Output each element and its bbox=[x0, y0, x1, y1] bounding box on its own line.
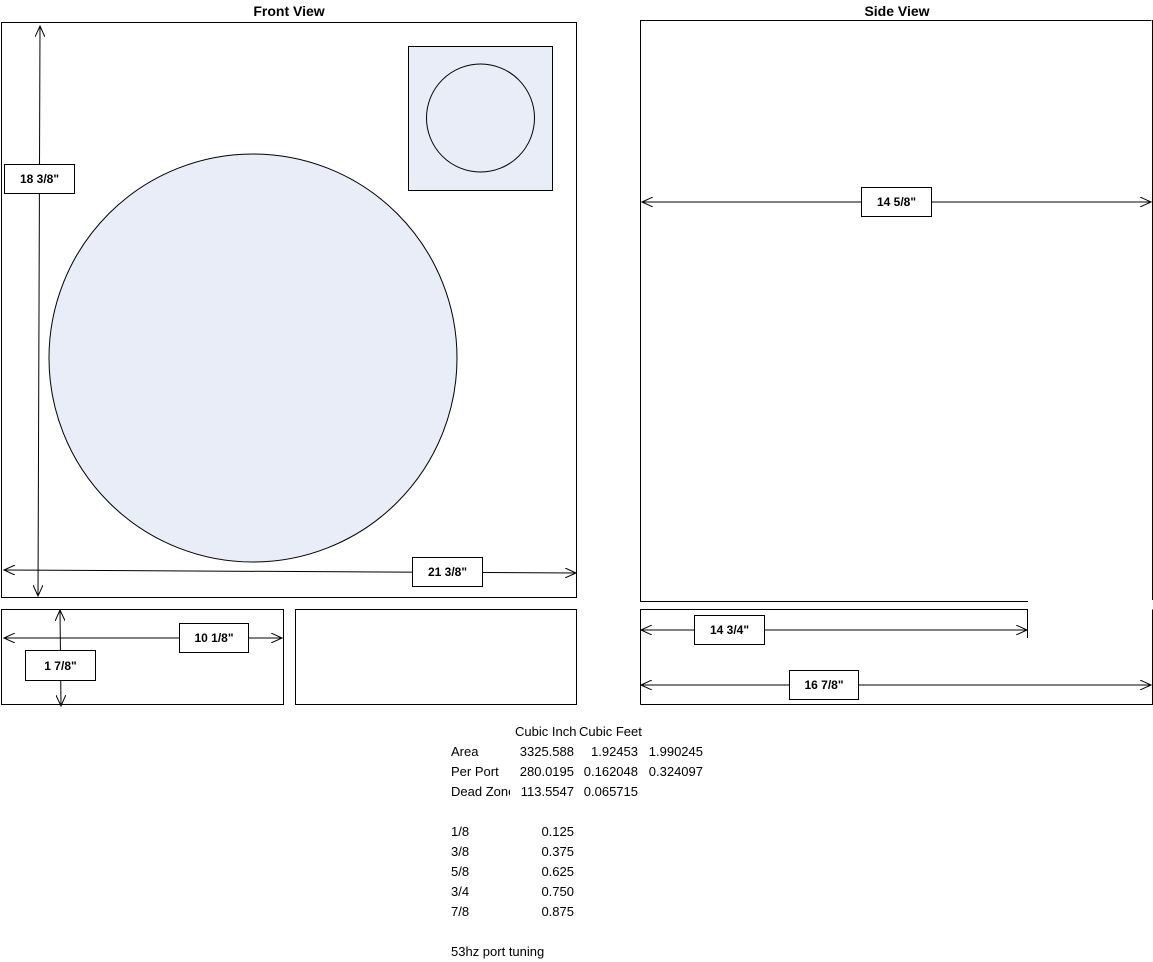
row-label-dead-zone: Dead Zone bbox=[451, 784, 513, 799]
row-label-per-port: Per Port bbox=[451, 764, 499, 779]
frac-value-2: 0.375 bbox=[541, 844, 574, 859]
dim-front-height: 18 3/8" bbox=[4, 164, 75, 194]
dim-bottom-left-height: 1 7/8" bbox=[25, 650, 96, 681]
frac-label-4: 3/4 bbox=[451, 884, 470, 899]
row-per-port-v2: 0.162048 bbox=[583, 764, 638, 779]
port-tuning-note: 53hz port tuning bbox=[451, 944, 545, 959]
row-per-port-v3: 0.324097 bbox=[648, 764, 703, 779]
row-label-area: Area bbox=[451, 744, 479, 759]
frac-value-3: 0.625 bbox=[541, 864, 574, 879]
row-dead-zone-v1: 113.5547 bbox=[510, 784, 574, 799]
row-area-v1: 3325.588 bbox=[519, 744, 574, 759]
frac-label-2: 3/8 bbox=[451, 844, 470, 859]
frac-label-5: 7/8 bbox=[451, 904, 470, 919]
frac-label-3: 5/8 bbox=[451, 864, 470, 879]
frac-value-1: 0.125 bbox=[541, 824, 574, 839]
dim-bottom-left-width: 10 1/8" bbox=[179, 623, 249, 653]
dim-front-width: 21 3/8" bbox=[412, 557, 483, 587]
frac-label-1: 1/8 bbox=[451, 824, 470, 839]
dim-side-bottom-outer: 16 7/8" bbox=[789, 670, 859, 700]
side-panel bbox=[640, 20, 1153, 602]
tweeter-cutout bbox=[426, 63, 535, 173]
woofer-cutout bbox=[48, 153, 458, 563]
dim-side-width: 14 5/8" bbox=[861, 187, 932, 217]
frac-value-4: 0.750 bbox=[541, 884, 574, 899]
header-cubic-feet: Cubic Feet bbox=[579, 724, 642, 739]
diagram-canvas bbox=[1, 20, 1153, 962]
header-cubic-inch: Cubic Inch bbox=[515, 724, 577, 739]
row-area-v3: 1.990245 bbox=[648, 744, 703, 759]
side-view-title: Side View bbox=[864, 3, 930, 19]
frac-value-5: 0.875 bbox=[541, 904, 574, 919]
front-view-title: Front View bbox=[253, 3, 325, 19]
row-area-v2: 1.92453 bbox=[591, 744, 638, 759]
bottom-panel-right bbox=[295, 609, 577, 705]
row-dead-zone-v2: 0.065715 bbox=[583, 784, 638, 799]
row-per-port-v1: 280.0195 bbox=[519, 764, 574, 779]
dim-side-bottom-inner: 14 3/4" bbox=[694, 615, 765, 645]
